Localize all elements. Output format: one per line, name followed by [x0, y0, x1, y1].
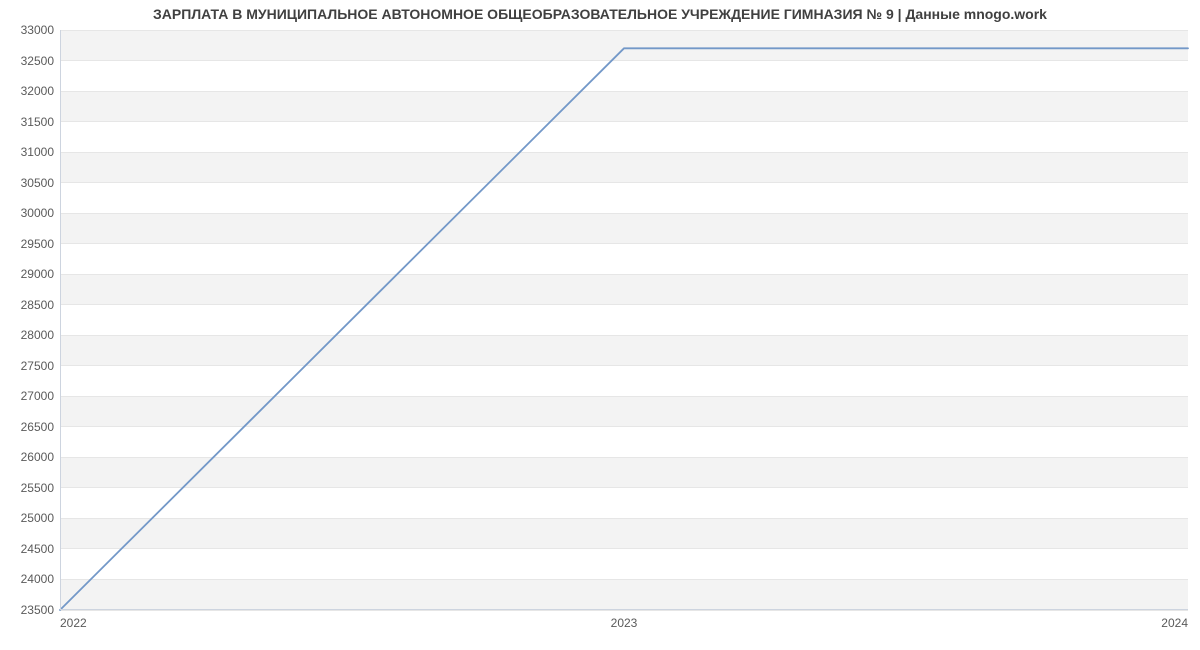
salary-line-chart: ЗАРПЛАТА В МУНИЦИПАЛЬНОЕ АВТОНОМНОЕ ОБЩЕ… [0, 0, 1200, 650]
y-tick-label: 28000 [21, 328, 60, 342]
y-tick-label: 31000 [21, 145, 60, 159]
y-tick-label: 24500 [21, 542, 60, 556]
y-tick-label: 29000 [21, 267, 60, 281]
y-tick-label: 24000 [21, 572, 60, 586]
y-tick-label: 28500 [21, 298, 60, 312]
y-tick-label: 32500 [21, 54, 60, 68]
y-tick-label: 26000 [21, 450, 60, 464]
plot-area: 2350024000245002500025500260002650027000… [60, 30, 1188, 610]
series-svg [60, 30, 1188, 610]
y-tick-label: 33000 [21, 23, 60, 37]
salary-series-line [60, 48, 1188, 610]
y-tick-label: 32000 [21, 84, 60, 98]
y-tick-label: 26500 [21, 420, 60, 434]
y-tick-label: 25000 [21, 511, 60, 525]
x-tick-label: 2022 [60, 610, 87, 630]
y-tick-label: 23500 [21, 603, 60, 617]
y-tick-label: 31500 [21, 115, 60, 129]
x-tick-label: 2023 [611, 610, 638, 630]
y-tick-label: 25500 [21, 481, 60, 495]
y-axis-line [60, 30, 61, 610]
y-tick-label: 29500 [21, 237, 60, 251]
y-tick-label: 30000 [21, 206, 60, 220]
y-tick-label: 30500 [21, 176, 60, 190]
chart-title: ЗАРПЛАТА В МУНИЦИПАЛЬНОЕ АВТОНОМНОЕ ОБЩЕ… [0, 6, 1200, 22]
y-tick-label: 27500 [21, 359, 60, 373]
y-tick-label: 27000 [21, 389, 60, 403]
x-tick-label: 2024 [1161, 610, 1188, 630]
